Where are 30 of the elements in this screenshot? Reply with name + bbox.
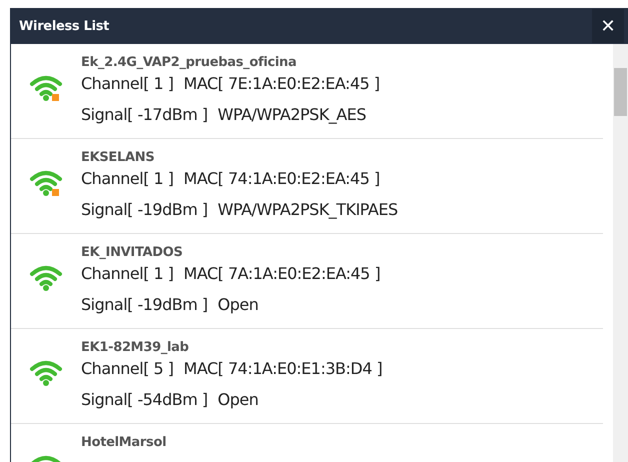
signal-text: Signal[ -17dBm ] bbox=[81, 104, 208, 126]
security-text: WPA/WPA2PSK_TKIPAES bbox=[218, 199, 398, 221]
mac-text: MAC[ 74:1A:E0:E1:3B:D4 ] bbox=[184, 358, 382, 380]
mac-text: MAC[ 74:1A:E0:E2:EA:45 ] bbox=[184, 168, 380, 190]
network-name: EK1-82M39_lab bbox=[81, 339, 190, 357]
mac-text: MAC[ 7A:1A:E0:E2:EA:45 ] bbox=[184, 263, 380, 285]
signal-text: Signal[ -54dBm ] bbox=[81, 389, 208, 411]
security-text: Open bbox=[218, 294, 258, 316]
channel-text: Channel[ 5 ] bbox=[81, 358, 174, 380]
scrollbar-thumb[interactable] bbox=[614, 68, 627, 116]
channel-text: Channel[ 1 ] bbox=[81, 168, 174, 190]
scrollbar[interactable] bbox=[613, 44, 628, 462]
security-text: Open bbox=[218, 389, 258, 411]
signal-text: Signal[ -19dBm ] bbox=[81, 199, 208, 221]
security-text: WPA/WPA2PSK_AES bbox=[218, 104, 366, 126]
mac-text: MAC[ 7E:1A:E0:E2:EA:45 ] bbox=[184, 73, 380, 95]
network-row[interactable]: Ek_2.4G_VAP2_pruebas_oficina Channel[ 1 ] MAC[ 7E:1A:E0:E2:EA:45 ] Signal[ -17dBm ] WPA/WPA2PSK_AES bbox=[11, 44, 603, 139]
network-name: HotelMarsol bbox=[81, 434, 166, 452]
close-button[interactable]: ✕ bbox=[592, 9, 624, 43]
network-name: EKSELANS bbox=[81, 149, 156, 167]
network-row[interactable]: EK1-82M39_lab Channel[ 5 ] MAC[ 74:1A:E0:E1:3B:D4 ] Signal[ -54dBm ] Open bbox=[11, 329, 603, 424]
window-title: Wireless List bbox=[19, 18, 110, 34]
network-row[interactable]: EKSELANS Channel[ 1 ] MAC[ 74:1A:E0:E2:EA:45 ] Signal[ -19dBm ] WPA/WPA2PSK_TKIPAES bbox=[11, 139, 603, 234]
network-row[interactable]: HotelMarsol bbox=[11, 424, 603, 462]
network-row[interactable]: EK_INVITADOS Channel[ 1 ] MAC[ 7A:1A:E0:E2:EA:45 ] Signal[ -19dBm ] Open bbox=[11, 234, 603, 329]
channel-text: Channel[ 1 ] bbox=[81, 263, 174, 285]
channel-text: Channel[ 1 ] bbox=[81, 73, 174, 95]
network-name: EK_INVITADOS bbox=[81, 244, 184, 262]
network-name: Ek_2.4G_VAP2_pruebas_oficina bbox=[81, 54, 298, 72]
signal-text: Signal[ -19dBm ] bbox=[81, 294, 208, 316]
